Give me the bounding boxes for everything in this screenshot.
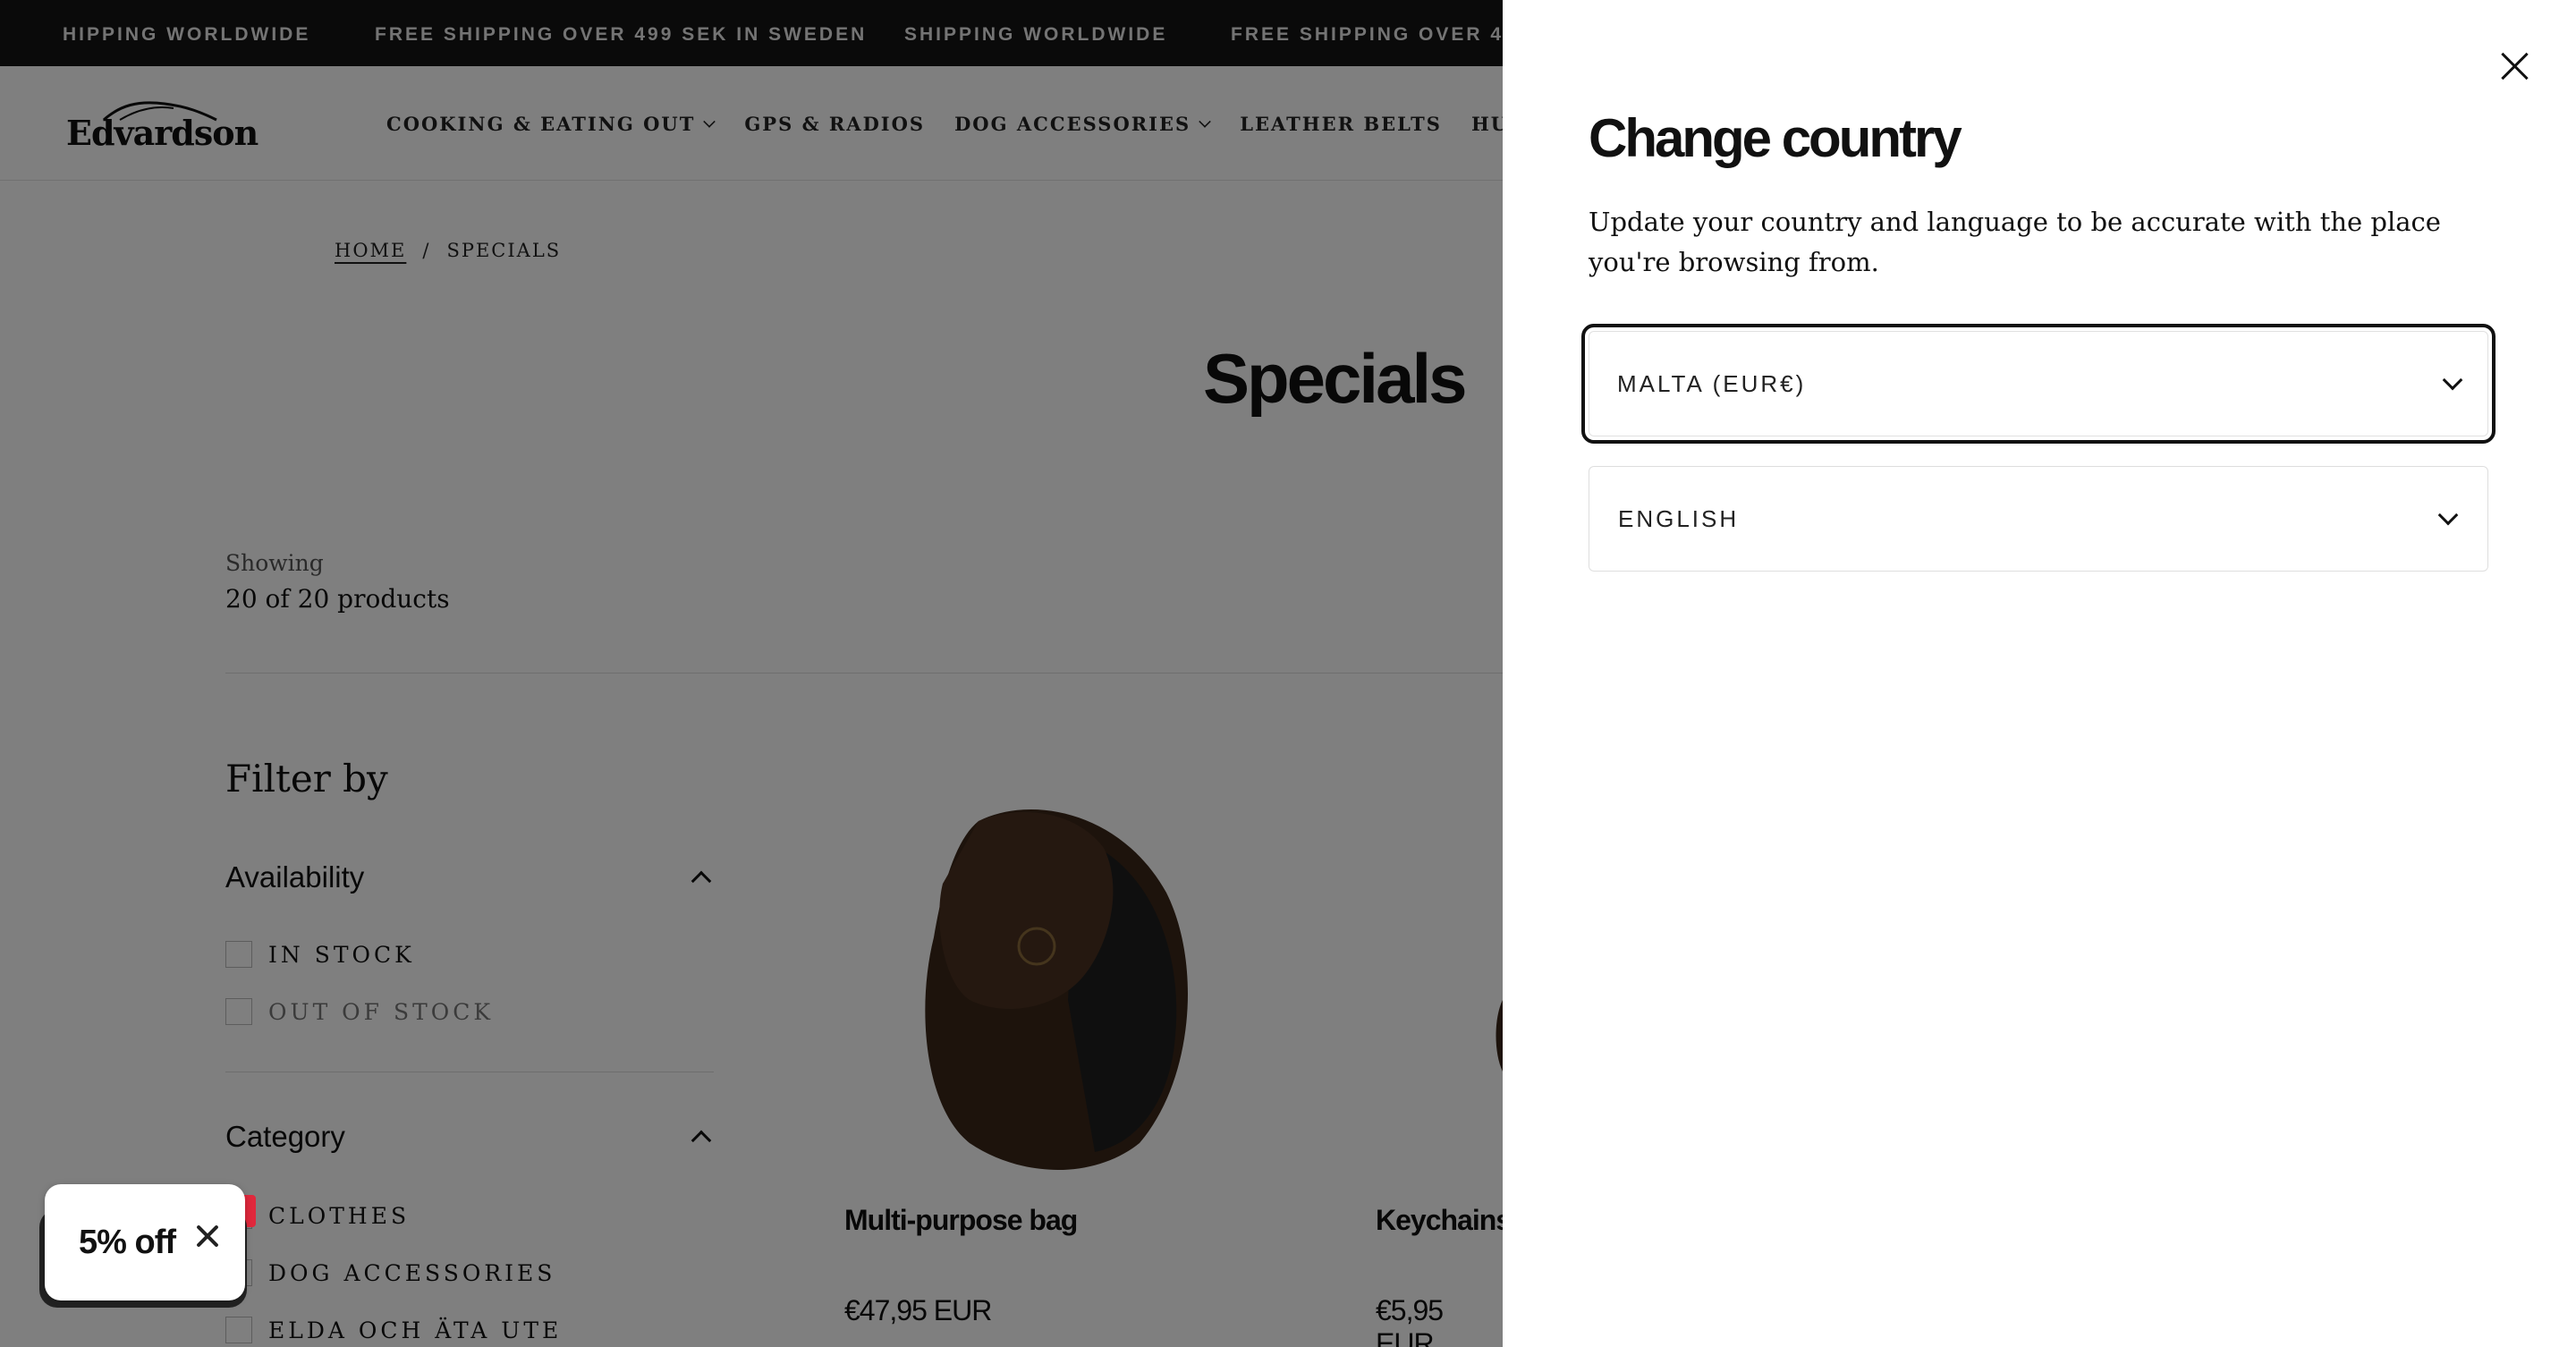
discount-popup[interactable]: 5% off <box>39 1184 247 1308</box>
discount-popup-card[interactable]: 5% off <box>45 1184 245 1300</box>
country-select[interactable]: MALTA (EUR€) <box>1581 324 2496 444</box>
language-select-value: ENGLISH <box>1618 504 1740 532</box>
drawer-description: Update your country and language to be a… <box>1589 207 2441 277</box>
modal-backdrop[interactable] <box>0 0 1503 1347</box>
discount-label: 5% off <box>79 1223 176 1261</box>
language-select[interactable]: ENGLISH <box>1589 466 2488 572</box>
change-country-drawer: Change country Update your country and l… <box>1503 0 2576 1347</box>
chevron-down-icon <box>2442 369 2463 391</box>
country-select-value: MALTA (EUR€) <box>1617 369 1807 397</box>
close-icon[interactable] <box>191 1220 224 1252</box>
drawer-title: Change country <box>1589 108 1962 168</box>
close-icon[interactable] <box>2496 47 2535 86</box>
chevron-down-icon <box>2437 504 2459 526</box>
